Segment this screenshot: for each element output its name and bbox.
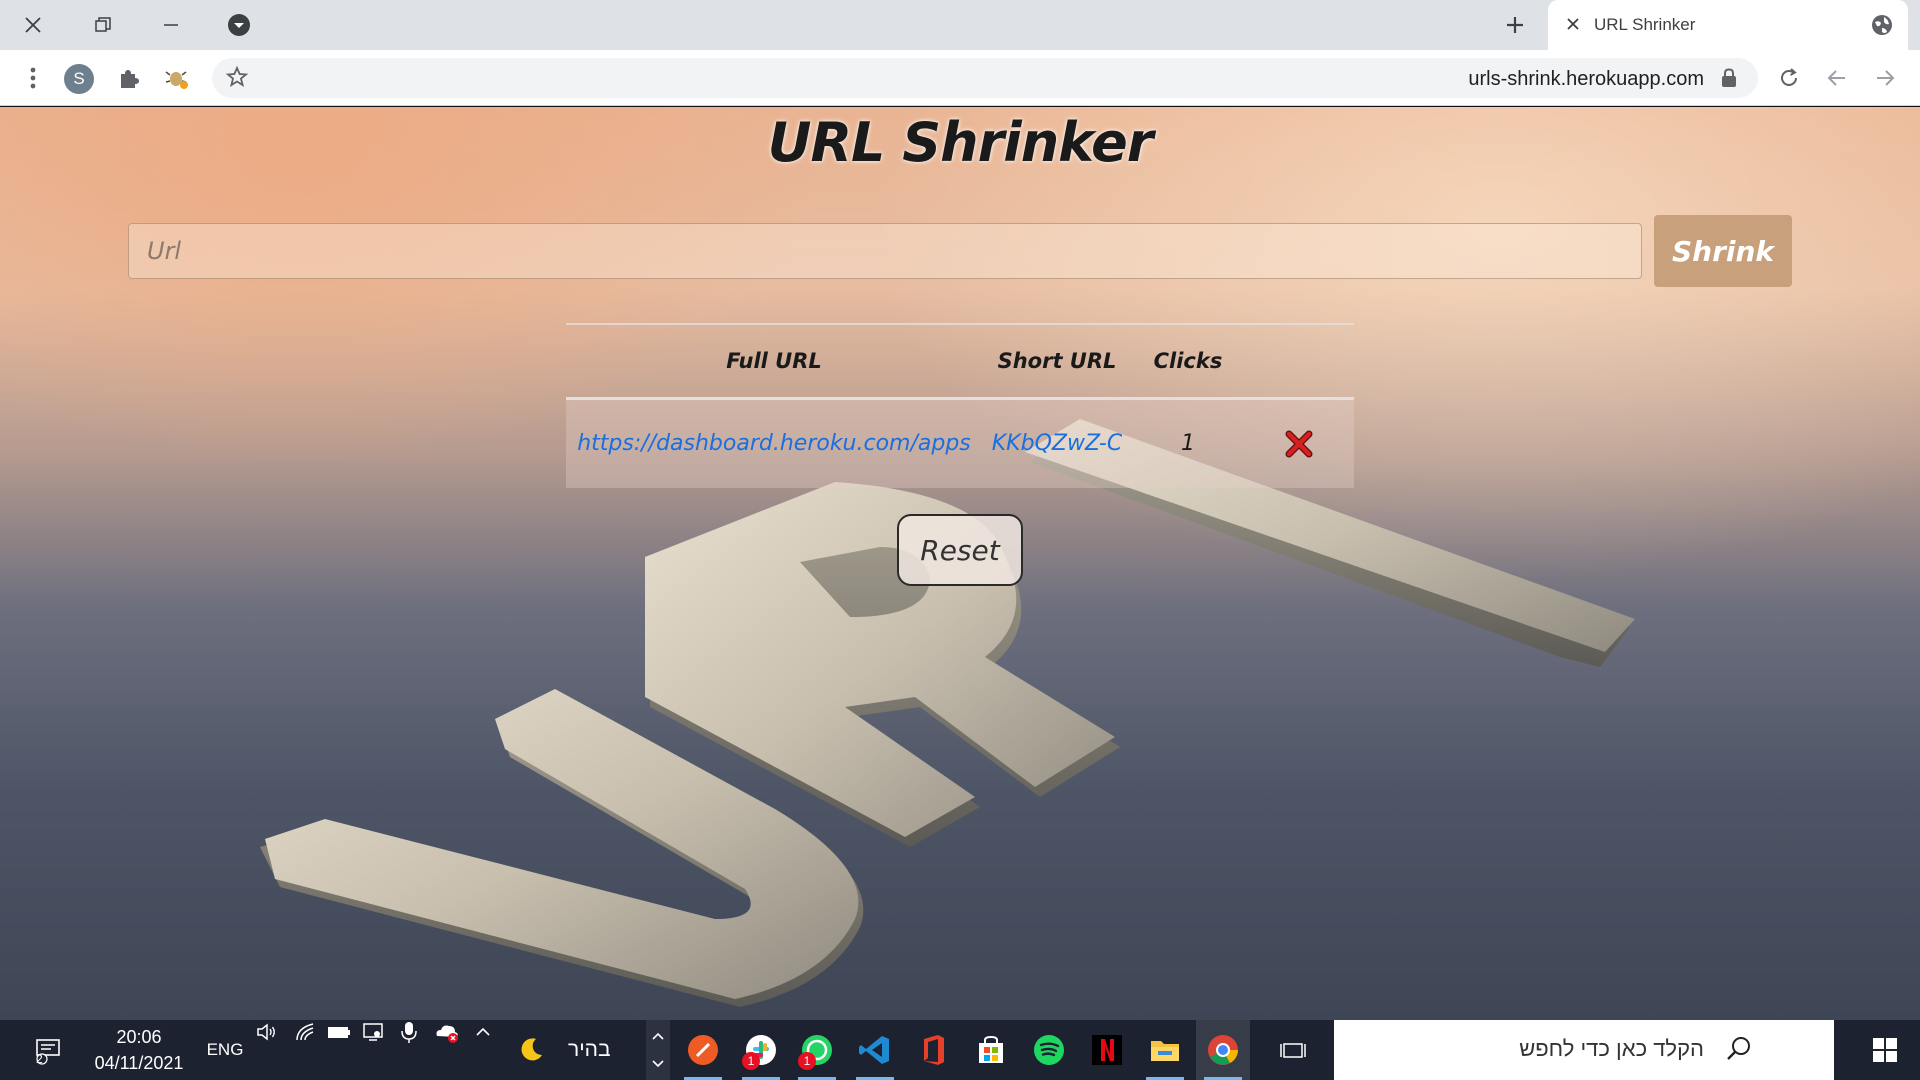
window-minimize-button[interactable] xyxy=(154,8,188,42)
taskbar-search-placeholder: הקלד כאן כדי לחפש xyxy=(1519,1036,1704,1061)
chevron-down-icon xyxy=(652,1060,664,1068)
extensions-button[interactable] xyxy=(112,61,146,95)
taskbar-clock[interactable]: 20:06 04/11/2021 xyxy=(84,1024,194,1076)
windows-logo-icon xyxy=(1873,1038,1897,1062)
netflix-icon xyxy=(1092,1035,1122,1065)
moon-icon xyxy=(521,1038,542,1061)
back-button[interactable] xyxy=(1820,61,1854,95)
taskbar-app-office[interactable] xyxy=(906,1020,960,1080)
reload-button[interactable] xyxy=(1772,61,1806,95)
windows-taskbar: 2 20:06 04/11/2021 ENG בהיר 1 1 הקלד כאן… xyxy=(0,1020,1920,1080)
language-indicator[interactable]: ENG xyxy=(202,1020,248,1080)
office-icon xyxy=(924,1035,944,1065)
taskbar-app-postman[interactable] xyxy=(676,1020,730,1080)
restore-icon xyxy=(95,17,111,32)
taskbar-app-spotify[interactable] xyxy=(1022,1020,1076,1080)
close-icon xyxy=(25,17,41,33)
cell-delete xyxy=(1244,398,1354,488)
taskbar-app-chrome[interactable] xyxy=(1196,1020,1250,1080)
store-icon xyxy=(979,1035,1003,1063)
slack-badge: 1 xyxy=(742,1052,760,1070)
kebab-menu-icon xyxy=(30,67,36,89)
reload-icon xyxy=(1781,68,1797,86)
postman-icon xyxy=(688,1035,718,1065)
start-button[interactable] xyxy=(1850,1020,1920,1080)
table-header-row: Full URL Short URL Clicks xyxy=(566,323,1354,400)
weather-widget[interactable]: בהיר xyxy=(516,1020,616,1080)
window-restore-button[interactable] xyxy=(86,8,120,42)
tab-url-shrinker[interactable]: URL Shrinker xyxy=(1548,0,1908,50)
header-clicks: Clicks xyxy=(1132,323,1244,400)
puzzle-icon xyxy=(121,70,139,88)
minimize-icon xyxy=(164,24,178,26)
browser-toolbar: S urls-shrink.herokuapp.com xyxy=(0,50,1920,106)
chrome-icon xyxy=(1208,1035,1238,1065)
address-bar[interactable]: urls-shrink.herokuapp.com xyxy=(212,58,1758,98)
full-url-link[interactable]: https://dashboard.heroku.com/apps xyxy=(577,431,971,456)
globe-icon xyxy=(1872,15,1892,35)
tab-title: URL Shrinker xyxy=(1594,15,1696,34)
taskbar-overflow-arrows[interactable] xyxy=(646,1020,670,1080)
onedrive-error-icon[interactable] xyxy=(430,1020,464,1044)
battery-icon[interactable] xyxy=(324,1020,354,1044)
volume-icon[interactable] xyxy=(252,1020,282,1044)
chevron-down-circle-icon xyxy=(228,14,250,36)
browser-tab-bar: URL Shrinker xyxy=(0,0,1920,50)
tab-search-button[interactable] xyxy=(222,8,256,42)
taskbar-app-whatsapp[interactable]: 1 xyxy=(790,1020,844,1080)
microphone-icon[interactable] xyxy=(394,1020,424,1044)
window-close-button[interactable] xyxy=(16,8,50,42)
forward-button[interactable] xyxy=(1868,61,1902,95)
taskbar-app-vscode[interactable] xyxy=(848,1020,902,1080)
show-hidden-icons-chevron-up-icon[interactable] xyxy=(468,1020,498,1044)
new-tab-button[interactable] xyxy=(1498,8,1532,42)
search-icon xyxy=(1727,1037,1750,1060)
cell-short-url: KKbQZwZ-C xyxy=(982,398,1132,488)
task-view-button[interactable] xyxy=(1266,1020,1320,1080)
header-short-url: Short URL xyxy=(982,323,1132,400)
whatsapp-badge: 1 xyxy=(798,1052,816,1070)
bookmark-star-icon[interactable] xyxy=(224,65,250,91)
file-explorer-icon xyxy=(1151,1041,1179,1061)
header-full-url: Full URL xyxy=(566,323,982,400)
taskbar-app-netflix[interactable] xyxy=(1080,1020,1134,1080)
url-input[interactable] xyxy=(128,223,1642,279)
table-row: https://dashboard.heroku.com/apps KKbQZw… xyxy=(566,398,1354,488)
shrink-button[interactable]: Shrink xyxy=(1654,215,1792,287)
reset-button[interactable]: Reset xyxy=(897,514,1023,586)
header-actions xyxy=(1244,323,1354,400)
display-icon[interactable] xyxy=(358,1020,388,1044)
clock-date: 04/11/2021 xyxy=(94,1053,184,1073)
lock-icon[interactable] xyxy=(1720,68,1738,88)
profile-avatar[interactable]: S xyxy=(64,64,94,94)
extension-bug-button[interactable] xyxy=(160,61,194,95)
taskbar-app-slack[interactable]: 1 xyxy=(734,1020,788,1080)
short-url-link[interactable]: KKbQZwZ-C xyxy=(992,431,1122,456)
arrow-left-icon xyxy=(1827,70,1845,86)
weather-label: בהיר xyxy=(568,1038,611,1061)
page-title: URL Shrinker xyxy=(767,111,1154,174)
action-center-button[interactable]: 2 xyxy=(22,1020,74,1080)
plus-icon xyxy=(1507,17,1523,33)
chevron-up-icon xyxy=(652,1032,664,1040)
spotify-icon xyxy=(1034,1035,1064,1065)
clock-time: 20:06 xyxy=(116,1027,162,1047)
wifi-icon[interactable] xyxy=(290,1020,320,1044)
delete-icon[interactable] xyxy=(1284,429,1314,459)
cell-full-url: https://dashboard.heroku.com/apps xyxy=(566,398,982,488)
taskbar-app-store[interactable] xyxy=(964,1020,1018,1080)
notification-count: 2 xyxy=(36,1052,43,1066)
arrow-right-icon xyxy=(1877,70,1895,86)
vscode-icon xyxy=(859,1036,889,1064)
task-view-icon xyxy=(1280,1043,1306,1058)
taskbar-app-file-explorer[interactable] xyxy=(1138,1020,1192,1080)
bug-extension-icon xyxy=(165,71,188,89)
menu-button[interactable] xyxy=(16,61,50,95)
taskbar-search-box[interactable]: הקלד כאן כדי לחפש xyxy=(1334,1020,1834,1080)
cell-clicks: 1 xyxy=(1132,398,1244,488)
tab-close-icon[interactable] xyxy=(1562,15,1584,36)
urls-table: Full URL Short URL Clicks https://dashbo… xyxy=(566,323,1354,488)
page-viewport: URL Shrinker Shrink Full URL Short URL C… xyxy=(0,107,1920,1020)
address-url: urls-shrink.herokuapp.com xyxy=(1468,68,1704,90)
